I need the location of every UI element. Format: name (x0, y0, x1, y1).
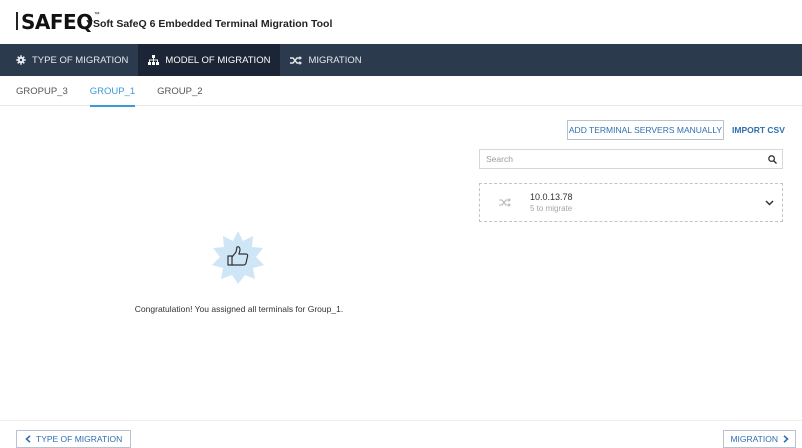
nav-migration[interactable]: MIGRATION (280, 44, 371, 76)
group-tabs: GROPUP_3 GROUP_1 GROUP_2 (0, 76, 802, 107)
search-icon[interactable] (762, 154, 782, 164)
search-input[interactable] (480, 150, 762, 168)
sitemap-icon (148, 55, 160, 65)
tab-group-2[interactable]: GROUP_2 (146, 76, 213, 106)
next-button[interactable]: MIGRATION (723, 430, 796, 448)
import-csv-button[interactable]: IMPORT CSV (732, 120, 785, 140)
server-migrate-count: 5 to migrate (530, 204, 573, 213)
nav-label: TYPE OF MIGRATION (32, 54, 129, 66)
back-button[interactable]: TYPE OF MIGRATION (16, 430, 132, 448)
terminal-server-card[interactable]: 10.0.13.78 5 to migrate (479, 183, 783, 222)
tab-group-1[interactable]: GROUP_1 (79, 76, 146, 107)
app-header: SAFEQ ™ YSoft SafeQ 6 Embedded Terminal … (0, 0, 802, 44)
nav-label: MIGRATION (308, 54, 362, 66)
shuffle-icon (480, 198, 530, 207)
back-button-label: TYPE OF MIGRATION (36, 434, 123, 444)
footer-divider (0, 420, 802, 421)
logo-text: SAFEQ (21, 10, 93, 34)
search-box (479, 149, 783, 169)
logo-bar (16, 12, 18, 30)
nav-model-of-migration[interactable]: MODEL OF MIGRATION (138, 44, 281, 76)
app-title: YSoft SafeQ 6 Embedded Terminal Migratio… (86, 18, 333, 30)
server-ip: 10.0.13.78 (530, 192, 573, 202)
thumbs-up-badge-icon (212, 231, 264, 284)
main-navbar: TYPE OF MIGRATION MODEL OF MIGRATION MIG… (0, 44, 802, 76)
shuffle-icon (290, 55, 303, 65)
nav-label: MODEL OF MIGRATION (165, 54, 271, 66)
add-terminal-servers-button[interactable]: ADD TERMINAL SERVERS MANUALLY (567, 120, 724, 140)
server-info: 10.0.13.78 5 to migrate (530, 192, 756, 213)
chevron-left-icon (25, 435, 31, 443)
congratulation-message: Congratulation! You assigned all termina… (134, 304, 344, 314)
chevron-down-icon[interactable] (756, 199, 782, 206)
chevron-right-icon (783, 435, 789, 443)
tab-gropup-3[interactable]: GROPUP_3 (0, 76, 79, 106)
gear-icon (16, 55, 26, 65)
nav-type-of-migration[interactable]: TYPE OF MIGRATION (0, 44, 138, 76)
next-button-label: MIGRATION (730, 434, 778, 444)
